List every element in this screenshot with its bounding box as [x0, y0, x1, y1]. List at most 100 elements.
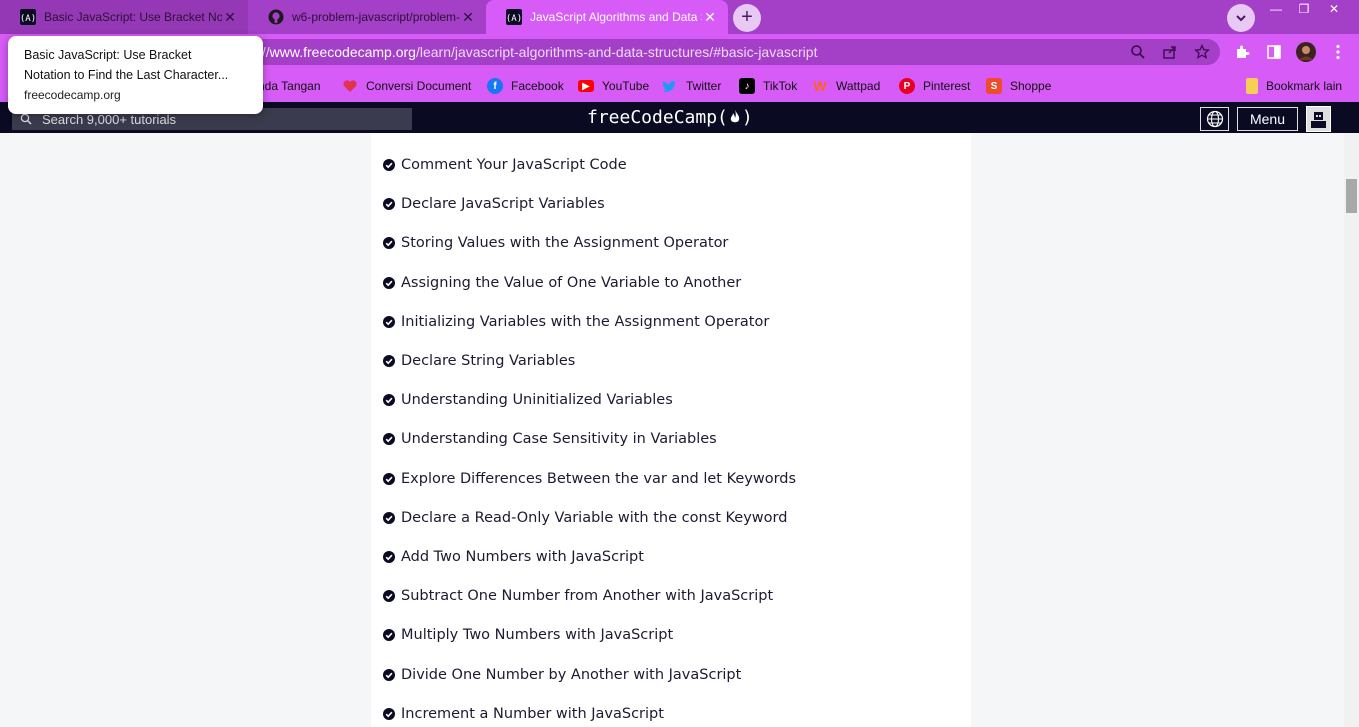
bookmark-facebook[interactable]: f Facebook — [487, 77, 564, 95]
check-circle-icon — [383, 433, 395, 446]
check-circle-icon — [383, 590, 395, 603]
restore-button[interactable]: ❐ — [1290, 0, 1318, 18]
url-path: /learn/javascript-algorithms-and-data-st… — [415, 44, 818, 60]
tab-search-button[interactable] — [1227, 4, 1255, 32]
lesson-title: Subtract One Number from Another with Ja… — [401, 588, 774, 605]
lesson-item[interactable]: Declare a Read-Only Variable with the co… — [383, 507, 787, 529]
extensions-icon[interactable] — [1232, 42, 1252, 62]
globe-icon — [1206, 110, 1223, 128]
lesson-item[interactable]: Declare JavaScript Variables — [383, 193, 605, 215]
lesson-item[interactable]: Initializing Variables with the Assignme… — [383, 311, 769, 333]
scrollbar-thumb[interactable] — [1346, 179, 1357, 213]
close-icon[interactable]: ✕ — [460, 9, 476, 25]
bookmark-pinterest[interactable]: P Pinterest — [899, 77, 970, 95]
bookmark-label: YouTube — [602, 79, 650, 93]
check-circle-icon — [383, 394, 395, 407]
menu-button[interactable]: Menu — [1237, 107, 1298, 131]
tab-title: w6-problem-javascript/problem- — [292, 10, 460, 24]
bookmark-tanda-tangan[interactable]: nda Tangan — [258, 77, 321, 95]
hover-card-title-line1: Basic JavaScript: Use Bracket — [24, 48, 192, 62]
new-tab-button[interactable]: + — [733, 4, 761, 32]
pinterest-icon: P — [899, 78, 915, 94]
profile-avatar-icon[interactable] — [1296, 42, 1316, 62]
star-icon[interactable] — [1192, 42, 1212, 62]
lesson-item[interactable]: Subtract One Number from Another with Ja… — [383, 585, 773, 607]
lesson-title: Declare a Read-Only Variable with the co… — [401, 509, 788, 526]
lesson-title: Storing Values with the Assignment Opera… — [401, 235, 729, 252]
flame-icon — [730, 110, 740, 123]
lesson-title: Assigning the Value of One Variable to A… — [401, 274, 742, 291]
avatar[interactable] — [1306, 106, 1331, 132]
language-button[interactable] — [1200, 107, 1229, 131]
lesson-item[interactable]: Add Two Numbers with JavaScript — [383, 546, 644, 568]
other-bookmarks-folder[interactable]: Bookmark lain — [1246, 77, 1342, 95]
lesson-title: Initializing Variables with the Assignme… — [401, 313, 770, 330]
bookmark-shoppe[interactable]: S Shoppe — [986, 77, 1051, 95]
chevron-down-icon — [1236, 15, 1246, 22]
page-scrollbar[interactable] — [1344, 133, 1359, 727]
bookmark-conversi-document[interactable]: Conversi Document — [342, 77, 471, 95]
bookmark-tiktok[interactable]: ♪ TikTok — [739, 77, 797, 95]
lesson-item[interactable]: Divide One Number by Another with JavaSc… — [383, 664, 741, 686]
close-icon[interactable]: ✕ — [702, 9, 718, 25]
lesson-title: Declare String Variables — [401, 353, 576, 369]
user-avatar-icon — [1311, 112, 1326, 128]
bookmark-youtube[interactable]: ▶ YouTube — [578, 77, 649, 95]
share-icon[interactable] — [1160, 42, 1180, 62]
bookmark-wattpad[interactable]: W Wattpad — [812, 77, 880, 95]
tab-strip: (A) Basic JavaScript: Use Bracket Not ✕ … — [0, 0, 1359, 34]
tab-basic-javascript[interactable]: (A) Basic JavaScript: Use Bracket Not ✕ — [0, 0, 248, 34]
hover-card-domain: freecodecamp.org — [24, 88, 121, 102]
youtube-icon: ▶ — [578, 80, 594, 92]
tab-hover-card: Basic JavaScript: Use Bracket Notation t… — [8, 36, 263, 114]
side-panel-icon[interactable] — [1264, 42, 1284, 62]
bookmark-label: Conversi Document — [366, 79, 472, 93]
url-text[interactable]: ://www.freecodecamp.org/learn/javascript… — [258, 44, 817, 60]
svg-text:(A): (A) — [20, 14, 36, 24]
check-circle-icon — [383, 355, 395, 367]
more-menu-icon[interactable] — [1328, 42, 1348, 62]
lesson-item[interactable]: Multiply Two Numbers with JavaScript — [383, 624, 673, 646]
close-window-button[interactable]: ✕ — [1320, 0, 1348, 18]
lesson-item[interactable]: Comment Your JavaScript Code — [383, 154, 627, 176]
tiktok-icon: ♪ — [739, 78, 755, 94]
bookmark-label: nda Tangan — [258, 79, 321, 93]
lesson-title: Multiply Two Numbers with JavaScript — [401, 627, 674, 644]
github-icon — [268, 9, 284, 25]
lesson-title: Add Two Numbers with JavaScript — [401, 549, 644, 565]
lesson-item[interactable]: Increment a Number with JavaScript — [383, 703, 664, 725]
lesson-item[interactable]: Storing Values with the Assignment Opera… — [383, 232, 728, 254]
check-circle-icon — [383, 472, 395, 485]
check-circle-icon — [383, 668, 395, 681]
lesson-item[interactable]: Understanding Uninitialized Variables — [383, 389, 673, 411]
check-circle-icon — [383, 511, 395, 524]
lesson-title: Declare JavaScript Variables — [401, 196, 605, 213]
check-circle-icon — [383, 629, 395, 642]
lesson-title: Increment a Number with JavaScript — [401, 705, 664, 722]
bookmark-label: Wattpad — [836, 79, 881, 93]
check-circle-icon — [383, 315, 395, 328]
tab-github[interactable]: w6-problem-javascript/problem- ✕ — [248, 0, 486, 34]
folder-icon — [1246, 78, 1258, 94]
lesson-item[interactable]: Assigning the Value of One Variable to A… — [383, 272, 741, 294]
check-circle-icon — [383, 159, 395, 171]
tab-javascript-algorithms[interactable]: (A) JavaScript Algorithms and Data S ✕ — [486, 0, 728, 34]
lesson-item[interactable]: Declare String Variables — [383, 350, 575, 372]
url-host: www.freecodecamp.org — [269, 44, 416, 60]
check-circle-icon — [383, 551, 395, 563]
check-circle-icon — [383, 276, 395, 289]
lesson-item[interactable]: Explore Differences Between the var and … — [383, 468, 796, 490]
freecodecamp-icon: (A) — [506, 9, 522, 25]
fcc-logo[interactable]: freeCodeCamp() — [587, 107, 753, 128]
check-circle-icon — [383, 707, 395, 720]
bookmark-label: Facebook — [511, 79, 564, 93]
lesson-title: Divide One Number by Another with JavaSc… — [401, 666, 742, 683]
bookmark-twitter[interactable]: Twitter — [662, 77, 721, 95]
zoom-icon[interactable] — [1128, 42, 1148, 62]
lesson-title: Understanding Uninitialized Variables — [401, 392, 673, 409]
close-icon[interactable]: ✕ — [222, 9, 238, 25]
check-circle-icon — [383, 198, 395, 211]
minimize-button[interactable]: — — [1262, 0, 1290, 18]
lesson-item[interactable]: Understanding Case Sensitivity in Variab… — [383, 428, 717, 450]
check-circle-icon — [383, 237, 395, 250]
